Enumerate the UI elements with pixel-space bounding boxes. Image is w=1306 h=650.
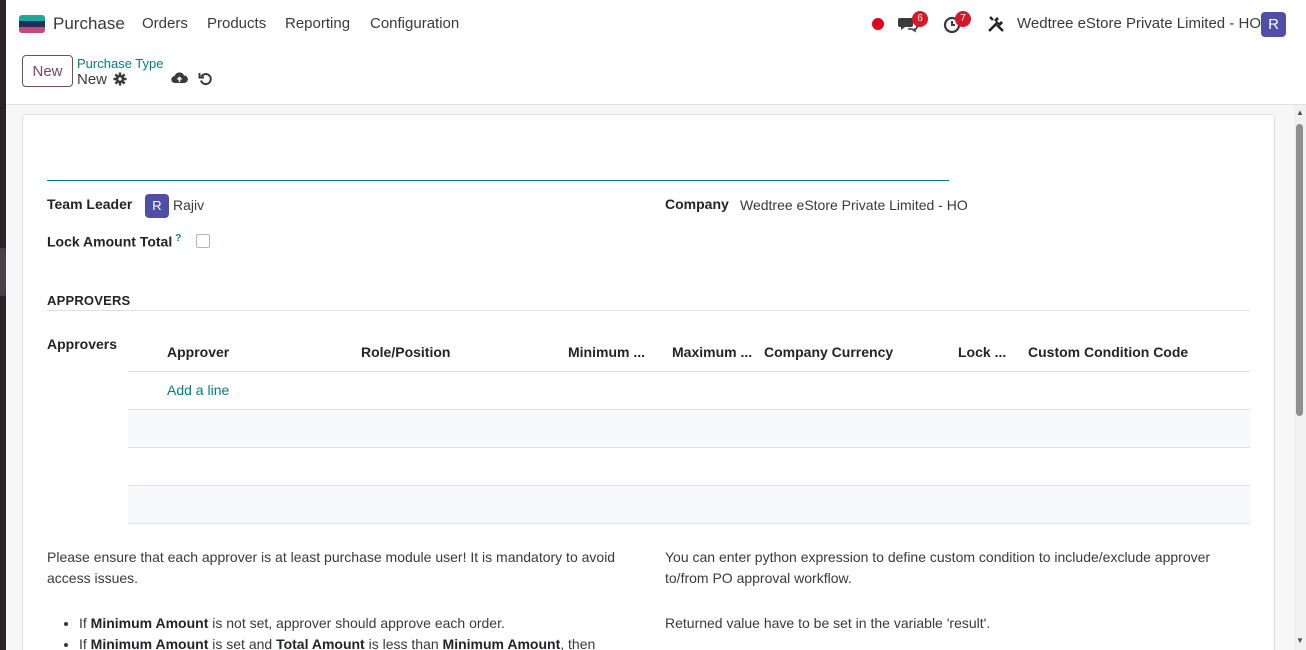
discard-undo-icon[interactable] [198,71,213,89]
gear-icon[interactable] [113,72,127,89]
col-custom-condition-code[interactable]: Custom Condition Code [1028,344,1188,360]
table-row [128,486,1250,523]
custom-condition-help-text: You can enter python expression to defin… [665,547,1265,634]
rule-bold: Minimum Amount [442,636,561,650]
help-line: Please ensure that each approver is at l… [47,549,616,565]
purchase-app-icon[interactable] [19,15,45,33]
table-row-divider [128,447,1250,448]
new-button[interactable]: New [22,55,73,87]
app-name[interactable]: Purchase [53,14,125,34]
scroll-down-arrow-icon[interactable]: ▼ [1295,636,1305,646]
company-field[interactable]: Wedtree eStore Private Limited - HO [740,197,968,213]
status-dot-icon[interactable] [872,18,884,30]
list-item: If Minimum Amount is set and Total Amoun… [79,634,595,650]
lock-amount-total-checkbox[interactable] [196,234,210,248]
col-maximum-amount[interactable]: Maximum ... [672,344,752,360]
rule-text: is less than [364,636,443,650]
rule-text: , then [560,636,596,650]
help-line: Returned value have to be set in the var… [665,615,991,631]
rule-bold: Minimum Amount [90,615,209,631]
lock-amount-total-label: Lock Amount Total? [47,233,181,250]
list-item: If Minimum Amount is not set, approver s… [79,613,595,634]
section-divider [47,310,1250,311]
col-lock-amount[interactable]: Lock ... [958,344,1006,360]
rule-text: If [79,636,91,650]
messages-badge: 6 [912,11,928,27]
help-line: You can enter python expression to defin… [665,549,1211,565]
approvers-label: Approvers [47,336,118,352]
scroll-up-arrow-icon[interactable]: ▲ [1295,108,1305,118]
approver-help-text: Please ensure that each approver is at l… [47,547,647,589]
team-leader-avatar: R [145,194,169,218]
col-role-position[interactable]: Role/Position [361,344,450,360]
lock-amount-label-text: Lock Amount Total [47,233,173,250]
rule-text: is set and [208,636,277,650]
menu-configuration[interactable]: Configuration [370,15,459,32]
help-tooltip-icon[interactable]: ? [175,233,181,244]
breadcrumb-current: New [77,71,108,88]
tools-icon[interactable] [986,14,1006,34]
team-leader-field[interactable]: Rajiv [173,197,204,213]
col-company-currency[interactable]: Company Currency [764,344,893,360]
company-switcher[interactable]: Wedtree eStore Private Limited - HO [1017,15,1261,32]
approvers-section-title: APPROVERS [47,293,131,308]
menu-orders[interactable]: Orders [142,15,188,32]
table-header-divider [128,371,1250,372]
table-row-divider [128,523,1250,524]
menu-reporting[interactable]: Reporting [285,15,350,32]
rule-bold: Total Amount [276,636,365,650]
company-label: Company [665,196,729,212]
user-avatar[interactable]: R [1261,12,1286,37]
save-cloud-icon[interactable] [171,71,188,88]
help-line: access issues. [47,570,139,586]
rule-bold: Minimum Amount [90,636,209,650]
table-row [128,410,1250,447]
add-a-line-link[interactable]: Add a line [167,382,229,398]
team-leader-label: Team Leader [47,196,133,212]
rule-text: is not set, approver should approve each… [208,615,505,631]
breadcrumb-purchase-type[interactable]: Purchase Type [77,56,163,71]
top-navbar: Purchase Orders Products Reporting Confi… [6,0,1306,48]
help-line: to/from PO approval workflow. [665,570,852,586]
name-input[interactable] [47,180,949,181]
col-minimum-amount[interactable]: Minimum ... [568,344,645,360]
amount-rules-list: If Minimum Amount is not set, approver s… [62,613,595,650]
rule-text: If [79,615,91,631]
scrollbar-thumb[interactable] [1296,124,1303,416]
col-approver[interactable]: Approver [167,344,229,360]
menu-products[interactable]: Products [207,15,266,32]
activities-badge: 7 [955,11,971,27]
